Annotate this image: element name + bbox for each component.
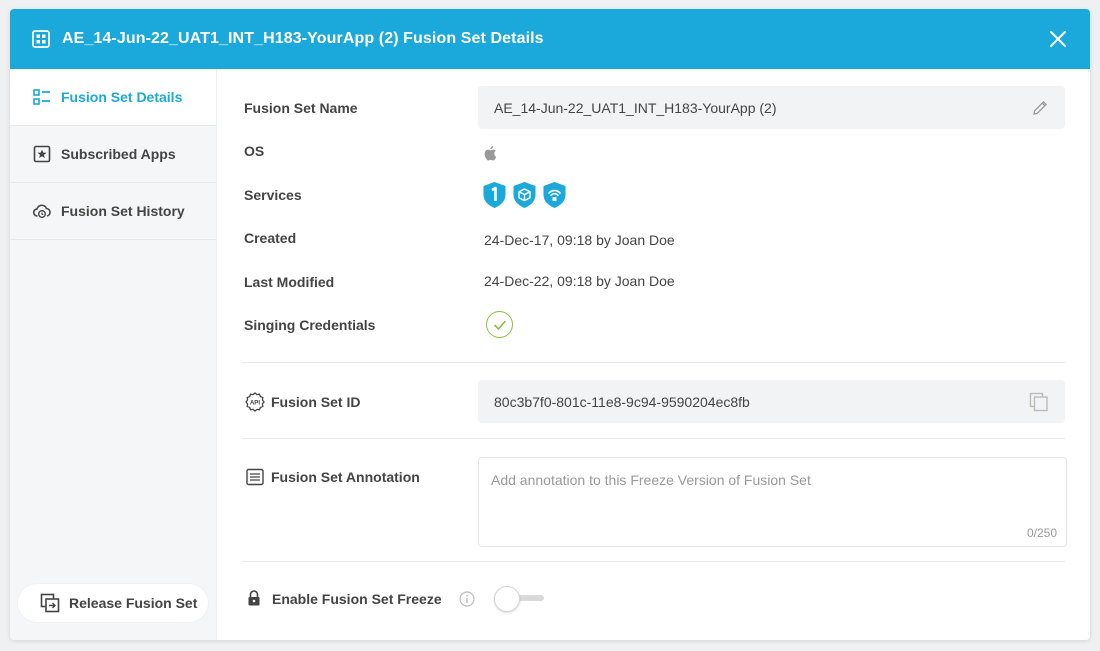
grid-app-icon (32, 30, 50, 48)
cloud-history-icon (33, 202, 51, 220)
sidebar-item-fusion-set-history[interactable]: Fusion Set History (10, 183, 216, 240)
lock-icon (247, 589, 263, 609)
sidebar-item-fusion-set-details[interactable]: Fusion Set Details (10, 69, 216, 126)
last-modified-label: Last Modified (244, 273, 335, 290)
details-content: Fusion Set Name AE_14-Jun-22_UAT1_INT_H1… (217, 69, 1090, 640)
cube-shield-icon (512, 181, 537, 209)
sidebar: Fusion Set Details Subscribed Apps Fusio… (10, 69, 217, 640)
annotation-textarea[interactable]: Add annotation to this Freeze Version of… (478, 457, 1067, 547)
copy-release-icon (40, 593, 60, 613)
freeze-toggle[interactable] (493, 585, 546, 613)
release-button-label: Release Fusion Set (69, 595, 198, 611)
freeze-label: Enable Fusion Set Freeze (272, 591, 442, 607)
modal-header: AE_14-Jun-22_UAT1_INT_H183-YourApp (2) F… (10, 9, 1090, 69)
wifi-shield-icon (542, 181, 567, 209)
toggle-knob (493, 586, 520, 612)
document-lines-icon (245, 467, 265, 487)
copy-icon[interactable] (1029, 392, 1049, 412)
annotation-placeholder: Add annotation to this Freeze Version of… (491, 472, 811, 488)
list-detail-icon (33, 88, 51, 106)
sidebar-item-subscribed-apps[interactable]: Subscribed Apps (10, 126, 216, 183)
fusion-set-id-field: 80c3b7f0-801c-11e8-9c94-9590204ec8fb (478, 380, 1065, 423)
fusion-set-id-label: Fusion Set ID (271, 393, 361, 410)
created-value: 24-Dec-17, 09:18 by Joan Doe (484, 232, 675, 248)
star-box-icon (33, 145, 51, 163)
modal-title: AE_14-Jun-22_UAT1_INT_H183-YourApp (2) F… (62, 30, 544, 47)
fusion-set-name-field[interactable]: AE_14-Jun-22_UAT1_INT_H183-YourApp (2) (478, 86, 1065, 129)
sidebar-item-label: Fusion Set Details (61, 89, 183, 105)
services-label: Services (244, 186, 302, 203)
check-icon (486, 311, 513, 338)
release-fusion-set-button[interactable]: Release Fusion Set (18, 584, 208, 622)
signing-credentials-label: Singing Credentials (244, 316, 376, 333)
pencil-icon[interactable] (1031, 99, 1049, 117)
os-label: OS (244, 143, 265, 159)
fusion-set-modal: AE_14-Jun-22_UAT1_INT_H183-YourApp (2) F… (10, 9, 1090, 640)
close-icon[interactable] (1048, 29, 1068, 49)
fusion-set-id-label-wrap: API Fusion Set ID (244, 391, 478, 412)
fusion-set-name-value: AE_14-Jun-22_UAT1_INT_H183-YourApp (2) (494, 99, 777, 116)
divider (242, 438, 1065, 439)
freeze-label-wrap: Enable Fusion Set Freeze (244, 589, 442, 609)
divider (242, 362, 1065, 363)
shield-one-icon (482, 181, 507, 209)
annotation-label-wrap: Fusion Set Annotation (244, 467, 478, 487)
annotation-label: Fusion Set Annotation (271, 469, 420, 485)
sidebar-item-label: Fusion Set History (61, 203, 185, 219)
divider (242, 561, 1065, 562)
info-icon[interactable] (459, 591, 475, 607)
svg-text:API: API (250, 399, 261, 406)
annotation-char-counter: 0/250 (1026, 526, 1057, 540)
last-modified-value: 24-Dec-22, 09:18 by Joan Doe (484, 272, 675, 289)
apple-icon (478, 145, 497, 161)
created-label: Created (244, 230, 297, 246)
fusion-set-id-value: 80c3b7f0-801c-11e8-9c94-9590204ec8fb (494, 393, 750, 410)
sidebar-item-label: Subscribed Apps (61, 146, 176, 162)
services-list (478, 181, 567, 209)
fusion-set-name-label: Fusion Set Name (244, 99, 358, 116)
api-icon: API (245, 391, 265, 412)
